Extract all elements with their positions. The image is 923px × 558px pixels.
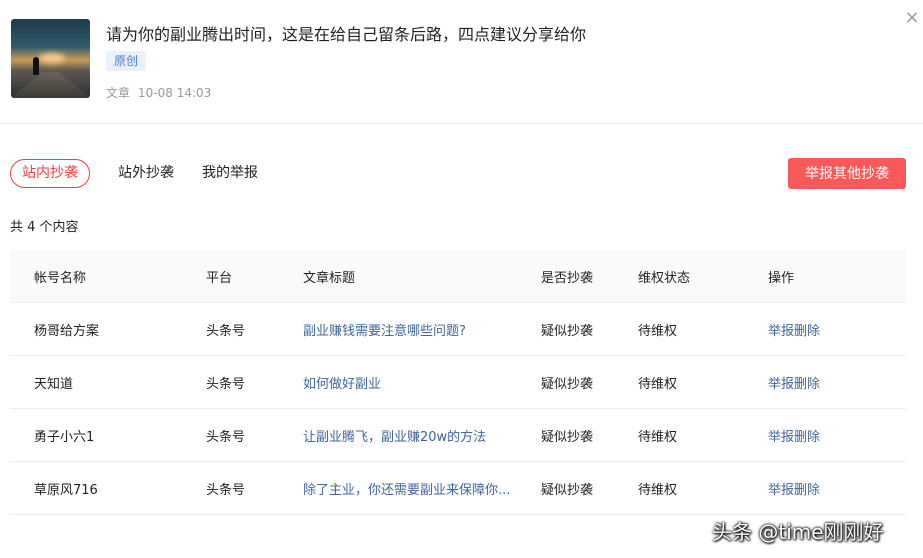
table-header: 帐号名称 平台 文章标题 是否抄袭 维权状态 操作: [10, 250, 906, 303]
row-status: 待维权: [638, 482, 678, 498]
header-account: 帐号名称: [34, 270, 87, 286]
article-time: 10-08 14:03: [138, 86, 212, 100]
tab-offsite-plagiarism[interactable]: 站外抄袭: [118, 159, 174, 188]
tab-bar: 站内抄袭 站外抄袭 我的举报: [10, 159, 286, 188]
row-status: 待维权: [638, 376, 678, 392]
header-platform: 平台: [206, 270, 233, 286]
close-icon[interactable]: ×: [903, 9, 921, 27]
row-platform: 头条号: [206, 376, 246, 392]
article-title[interactable]: 请为你的副业腾出时间，这是在给自己留条后路，四点建议分享给你: [106, 21, 586, 45]
row-plagiarism: 疑似抄袭: [541, 323, 594, 339]
header-article-title: 文章标题: [303, 270, 356, 286]
article-meta: 文章 10-08 14:03: [106, 84, 211, 101]
plagiarism-table: 帐号名称 平台 文章标题 是否抄袭 维权状态 操作 杨哥给方案 头条号 副业赚钱…: [10, 250, 906, 515]
report-delete-link[interactable]: 举报删除: [768, 426, 878, 445]
report-other-plagiarism-button[interactable]: 举报其他抄袭: [788, 158, 906, 189]
row-article-link[interactable]: 除了主业，你还需要副业来保障你...: [303, 479, 528, 498]
article-type: 文章: [106, 86, 131, 100]
row-status: 待维权: [638, 429, 678, 445]
report-delete-link[interactable]: 举报删除: [768, 373, 878, 392]
tab-onsite-plagiarism[interactable]: 站内抄袭: [10, 159, 90, 188]
table-row: 草原风716 头条号 除了主业，你还需要副业来保障你... 疑似抄袭 待维权 举…: [10, 462, 906, 515]
row-article-link[interactable]: 让副业腾飞，副业赚20w的方法: [303, 426, 528, 445]
original-badge: 原创: [106, 51, 146, 71]
row-plagiarism: 疑似抄袭: [541, 376, 594, 392]
article-thumbnail[interactable]: [11, 19, 90, 98]
row-account: 草原风716: [34, 482, 98, 498]
row-article-link[interactable]: 副业赚钱需要注意哪些问题?: [303, 320, 528, 339]
thumbnail-sunset: [39, 53, 65, 63]
report-delete-link[interactable]: 举报删除: [768, 320, 878, 339]
row-account: 天知道: [34, 376, 74, 392]
content-count: 共 4 个内容: [10, 220, 79, 235]
row-plagiarism: 疑似抄袭: [541, 429, 594, 445]
row-account: 勇子小六1: [34, 429, 95, 445]
thumbnail-road: [11, 72, 90, 98]
row-plagiarism: 疑似抄袭: [541, 482, 594, 498]
header-action: 操作: [768, 270, 795, 286]
article-header: 请为你的副业腾出时间，这是在给自己留条后路，四点建议分享给你 原创 文章 10-0…: [0, 0, 923, 124]
table-row: 勇子小六1 头条号 让副业腾飞，副业赚20w的方法 疑似抄袭 待维权 举报删除: [10, 409, 906, 462]
row-article-link[interactable]: 如何做好副业: [303, 373, 528, 392]
table-row: 天知道 头条号 如何做好副业 疑似抄袭 待维权 举报删除: [10, 356, 906, 409]
thumbnail-person: [33, 57, 39, 75]
row-platform: 头条号: [206, 429, 246, 445]
report-delete-link[interactable]: 举报删除: [768, 479, 878, 498]
tab-my-reports[interactable]: 我的举报: [202, 159, 258, 188]
watermark: 头条 @time刚刚好: [712, 520, 884, 544]
header-plagiarism: 是否抄袭: [541, 270, 594, 286]
row-platform: 头条号: [206, 482, 246, 498]
row-platform: 头条号: [206, 323, 246, 339]
header-status: 维权状态: [638, 270, 691, 286]
row-account: 杨哥给方案: [34, 323, 100, 339]
row-status: 待维权: [638, 323, 678, 339]
table-row: 杨哥给方案 头条号 副业赚钱需要注意哪些问题? 疑似抄袭 待维权 举报删除: [10, 303, 906, 356]
